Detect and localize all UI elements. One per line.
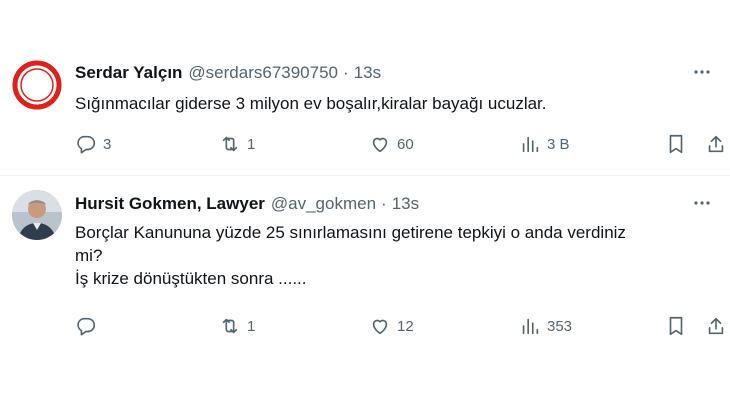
bookmark-button[interactable] [665, 315, 687, 337]
tweet-text-line: İş krize dönüştükten sonra ...... [75, 269, 307, 288]
like-button[interactable]: 12 [369, 315, 414, 337]
reply-button[interactable]: 3 [75, 133, 111, 155]
like-icon [372, 319, 388, 335]
views-icon [522, 318, 539, 335]
reply-button[interactable] [75, 315, 103, 337]
view-count: 3 B [547, 135, 570, 153]
tweet-header: Serdar Yalçın @serdars67390750 · 13s [75, 62, 718, 84]
author-handle[interactable]: @serdars67390750 [188, 63, 338, 83]
tweet-text-line: Sığınmacılar giderse 3 milyon ev boşalır… [75, 94, 547, 113]
share-icon [708, 135, 724, 153]
avatar[interactable] [12, 190, 62, 240]
timestamp[interactable]: 13s [392, 194, 419, 214]
reply-icon [77, 317, 96, 336]
share-button[interactable] [705, 133, 727, 155]
separator-dot: · [343, 63, 349, 82]
tweet-header: Hursit Gokmen, Lawyer @av_gokmen · 13s [75, 193, 718, 215]
retweet-icon [222, 136, 238, 152]
more-icon[interactable] [690, 60, 714, 84]
share-icon [708, 317, 724, 335]
views-button[interactable]: 353 [519, 315, 572, 337]
retweet-icon [222, 318, 238, 334]
tweet-text-line: Borçlar Kanununa yüzde 25 sınırlamasını … [75, 223, 626, 242]
timestamp[interactable]: 13s [354, 63, 381, 83]
like-icon [372, 137, 388, 153]
tweet-text: Sığınmacılar giderse 3 milyon ev boşalır… [75, 92, 702, 115]
bookmark-icon [669, 134, 683, 154]
tweet[interactable]: Hursit Gokmen, Lawyer @av_gokmen · 13s B… [0, 176, 730, 366]
tweet-actions: 3 1 60 3 B [73, 133, 730, 157]
author-name[interactable]: Hursit Gokmen, Lawyer [75, 194, 265, 214]
reply-icon [77, 135, 96, 154]
like-count: 12 [397, 317, 414, 335]
reply-count: 3 [103, 135, 112, 153]
like-button[interactable]: 60 [369, 133, 414, 155]
retweet-button[interactable]: 1 [219, 315, 255, 337]
avatar[interactable] [12, 60, 62, 110]
views-button[interactable]: 3 B [519, 133, 570, 155]
author-name[interactable]: Serdar Yalçın [75, 63, 182, 83]
tweet[interactable]: Serdar Yalçın @serdars67390750 · 13s Sığ… [0, 40, 730, 175]
bookmark-button[interactable] [665, 133, 687, 155]
retweet-count: 1 [247, 317, 256, 335]
retweet-button[interactable]: 1 [219, 133, 255, 155]
retweet-count: 1 [247, 135, 256, 153]
tweet-text: Borçlar Kanununa yüzde 25 sınırlamasını … [75, 221, 702, 290]
tweet-text-line: mi? [75, 246, 103, 265]
views-icon [522, 136, 539, 153]
tweet-actions: 1 12 353 [73, 315, 730, 339]
view-count: 353 [547, 317, 573, 335]
author-handle[interactable]: @av_gokmen [271, 194, 376, 214]
share-button[interactable] [705, 315, 727, 337]
more-icon[interactable] [690, 191, 714, 215]
like-count: 60 [397, 135, 414, 153]
bookmark-icon [669, 316, 683, 336]
separator-dot: · [381, 194, 387, 213]
